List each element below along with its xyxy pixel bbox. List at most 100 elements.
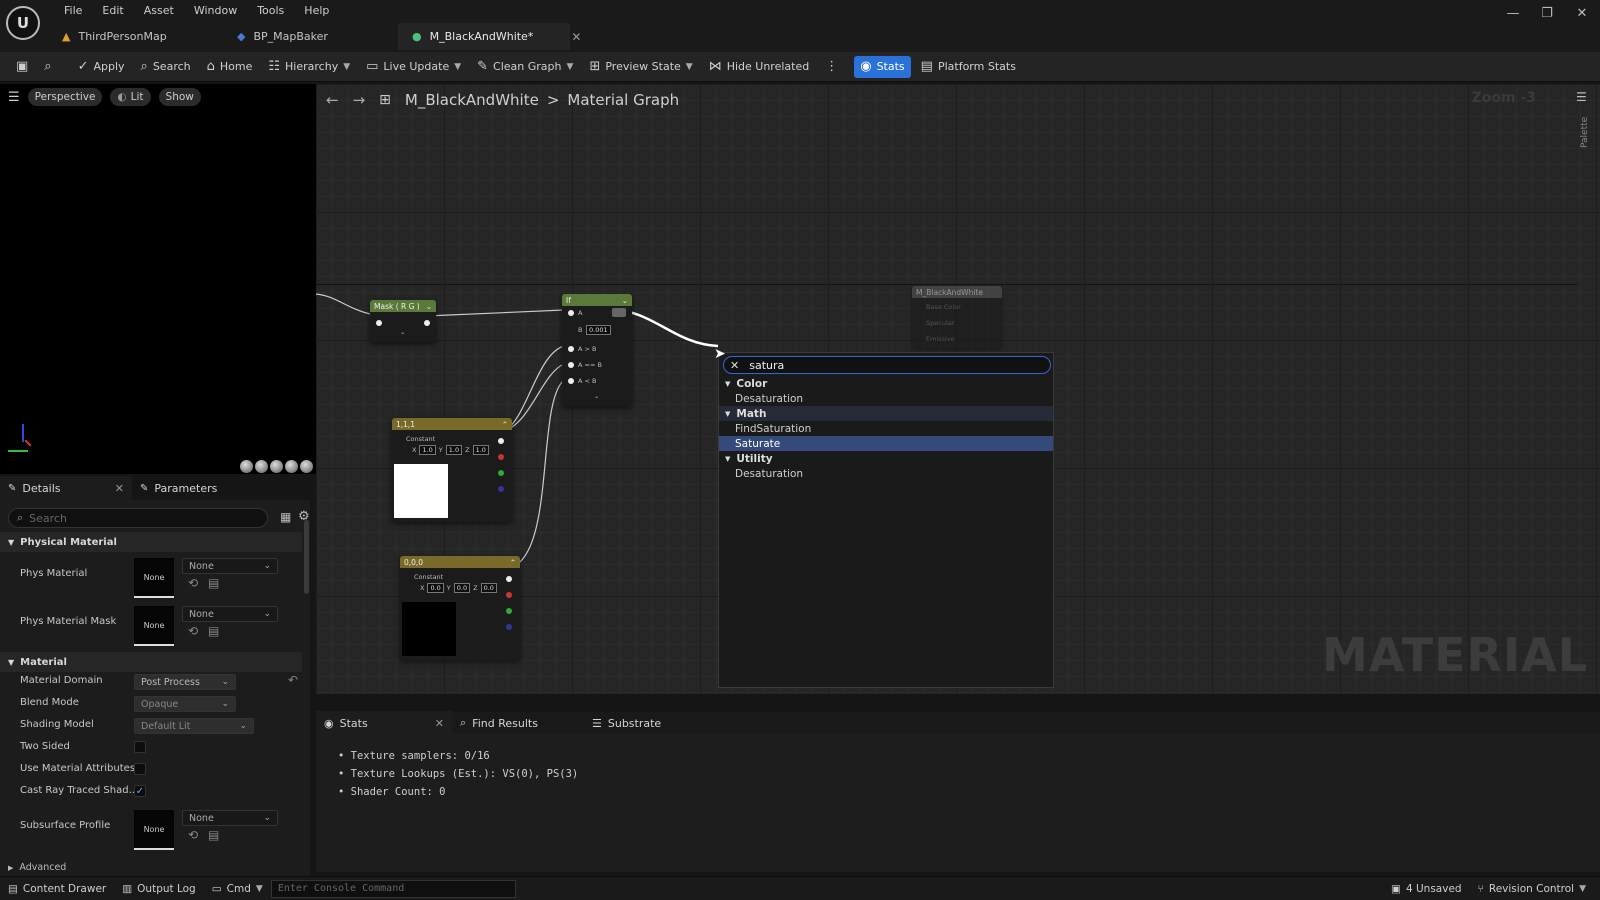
eye-icon[interactable] [612, 308, 626, 317]
hamburger-icon[interactable]: ☰ [8, 90, 20, 105]
perspective-button[interactable]: Perspective [27, 88, 103, 106]
phys-material-mask-dropdown[interactable]: None ⌄ [182, 606, 278, 622]
output-log-button[interactable]: ▥ Output Log [114, 878, 204, 900]
close-icon[interactable]: ✕ [115, 482, 124, 495]
x-value-input[interactable]: 1.0 [419, 445, 436, 455]
result-item[interactable]: Desaturation [719, 391, 1053, 406]
console-command-input[interactable]: Enter Console Command [270, 879, 516, 898]
palette-tab[interactable]: Palette [1580, 117, 1590, 148]
output-pin-g[interactable] [506, 608, 512, 614]
z-value-input[interactable]: 0.0 [480, 583, 497, 593]
output-pin-rgb[interactable] [498, 438, 504, 444]
content-drawer-button[interactable]: ▤ Content Drawer [0, 878, 114, 900]
stats-button[interactable]: ◉ Stats [854, 55, 911, 78]
output-pin-b[interactable] [506, 624, 512, 630]
result-category[interactable]: ▼ Utility [719, 451, 1053, 466]
home-button[interactable]: ⌂ Home [201, 56, 259, 78]
browse-folder-icon[interactable]: ▤ [208, 828, 219, 842]
material-domain-dropdown[interactable]: Post Process ⌄ [134, 674, 236, 690]
output-pin[interactable] [424, 320, 430, 326]
reset-arrow-icon[interactable]: ⟲ [188, 624, 198, 638]
sphere-preview-icon[interactable] [255, 460, 268, 473]
clear-search-icon[interactable]: ✕ [730, 359, 739, 372]
tab-bp-mapbaker[interactable]: ◆ BP_MapBaker [223, 23, 398, 50]
save-button[interactable]: ▣ [10, 56, 34, 78]
phys-material-thumbnail[interactable]: None [134, 558, 174, 598]
show-button[interactable]: Show [158, 88, 201, 106]
output-pin-rgb[interactable] [506, 576, 512, 582]
input-pin-altb[interactable] [568, 378, 574, 384]
hierarchy-button[interactable]: ☷ Hierarchy ▼ [262, 56, 356, 78]
table-view-icon[interactable]: ▦ [280, 510, 291, 524]
live-update-button[interactable]: ▭ Live Update ▼ [360, 56, 467, 78]
menu-help[interactable]: Help [294, 4, 339, 17]
plane-preview-icon[interactable] [270, 460, 283, 473]
phys-material-mask-thumbnail[interactable]: None [134, 606, 174, 646]
subsurface-profile-thumbnail[interactable]: None [134, 810, 174, 850]
search-button[interactable]: ⌕ Search [135, 56, 197, 78]
mask-node[interactable]: Mask ( R G ) ⌄ ⌄ [370, 300, 436, 342]
menu-window[interactable]: Window [184, 4, 247, 17]
hide-unrelated-button[interactable]: ⋈ Hide Unrelated [703, 56, 816, 78]
preview-state-button[interactable]: ⊞ Preview State ▼ [583, 56, 698, 78]
use-material-attributes-checkbox[interactable] [134, 763, 146, 775]
tab-parameters[interactable]: ✎ Parameters [132, 476, 225, 500]
input-pin[interactable] [376, 320, 382, 326]
y-value-input[interactable]: 0.0 [453, 583, 471, 593]
restore-icon[interactable]: ❐ [1537, 6, 1557, 22]
output-pin-b[interactable] [498, 486, 504, 492]
apply-button[interactable]: ✓ Apply [72, 56, 131, 78]
cmd-dropdown[interactable]: ▭ Cmd ▼ [204, 878, 271, 900]
tab-m-blackandwhite[interactable]: ● M_BlackAndWhite* ✕ [398, 23, 581, 50]
tab-find-results[interactable]: ⌕ Find Results [452, 711, 584, 735]
browse-folder-icon[interactable]: ▤ [208, 624, 219, 638]
material-result-node[interactable]: M_BlackAndWhite Base Color Specular Emis… [912, 286, 1002, 348]
reset-to-default-icon[interactable]: ↶ [288, 673, 298, 687]
details-scrollbar[interactable] [304, 520, 309, 594]
section-material[interactable]: ▼ Material [0, 652, 302, 672]
result-item-selected[interactable]: Saturate [719, 436, 1053, 451]
unreal-logo-icon[interactable]: U [6, 6, 40, 40]
phys-material-dropdown[interactable]: None ⌄ [182, 558, 278, 574]
output-pin-r[interactable] [498, 454, 504, 460]
close-icon[interactable]: ✕ [571, 30, 581, 44]
reset-arrow-icon[interactable]: ⟲ [188, 828, 198, 842]
shading-model-dropdown[interactable]: Default Lit ⌄ [134, 718, 254, 734]
cylinder-preview-icon[interactable] [240, 460, 253, 473]
result-item[interactable]: FindSaturation [719, 421, 1053, 436]
preview-viewport[interactable] [0, 84, 316, 474]
browse-folder-icon[interactable]: ▤ [208, 576, 219, 590]
cast-ray-traced-checkbox[interactable]: ✓ [134, 785, 146, 797]
result-category[interactable]: ▼ Color [719, 376, 1053, 391]
window-close-icon[interactable]: ✕ [1572, 6, 1592, 22]
blend-mode-dropdown[interactable]: Opaque ⌄ [134, 696, 236, 712]
y-value-input[interactable]: 1.0 [445, 445, 463, 455]
more-options-button[interactable]: ⋮ [819, 56, 844, 78]
two-sided-checkbox[interactable] [134, 741, 146, 753]
node-search-input[interactable]: ✕ satura [723, 356, 1051, 374]
menu-edit[interactable]: Edit [92, 4, 133, 17]
input-pin-agtb[interactable] [568, 346, 574, 352]
output-pin-r[interactable] [506, 592, 512, 598]
if-node[interactable]: If ⌄ A B 0.001 A > B A == B A < B ⌄ [562, 294, 632, 406]
output-pin-g[interactable] [498, 470, 504, 476]
input-pin-aeqb[interactable] [568, 362, 574, 368]
constant3vector-black-node[interactable]: 0,0,0 ⌃ Constant X 0.0 Y 0.0 Z 0.0 [400, 556, 520, 660]
close-icon[interactable]: ✕ [435, 717, 444, 730]
section-physical-material[interactable]: ▼ Physical Material [0, 532, 302, 552]
menu-file[interactable]: File [54, 4, 92, 17]
tab-details[interactable]: ✎ Details ✕ [0, 476, 132, 500]
menu-tools[interactable]: Tools [247, 4, 294, 17]
revision-control-button[interactable]: ⑂ Revision Control ▼ [1470, 878, 1594, 900]
tab-thirdpersonmap[interactable]: ▲ ThirdPersonMap [48, 23, 223, 50]
tab-stats[interactable]: ◉ Stats ✕ [316, 711, 452, 735]
result-category[interactable]: ▼ Math [719, 406, 1053, 421]
section-advanced[interactable]: ▶ Advanced [8, 862, 66, 873]
x-value-input[interactable]: 0.0 [427, 583, 444, 593]
z-value-input[interactable]: 1.0 [472, 445, 489, 455]
minimize-icon[interactable]: — [1503, 6, 1523, 22]
clean-graph-button[interactable]: ✎ Clean Graph ▼ [471, 56, 579, 78]
input-pin-a[interactable] [568, 310, 574, 316]
result-item[interactable]: Desaturation [719, 466, 1053, 481]
cube-preview-icon[interactable] [285, 460, 298, 473]
